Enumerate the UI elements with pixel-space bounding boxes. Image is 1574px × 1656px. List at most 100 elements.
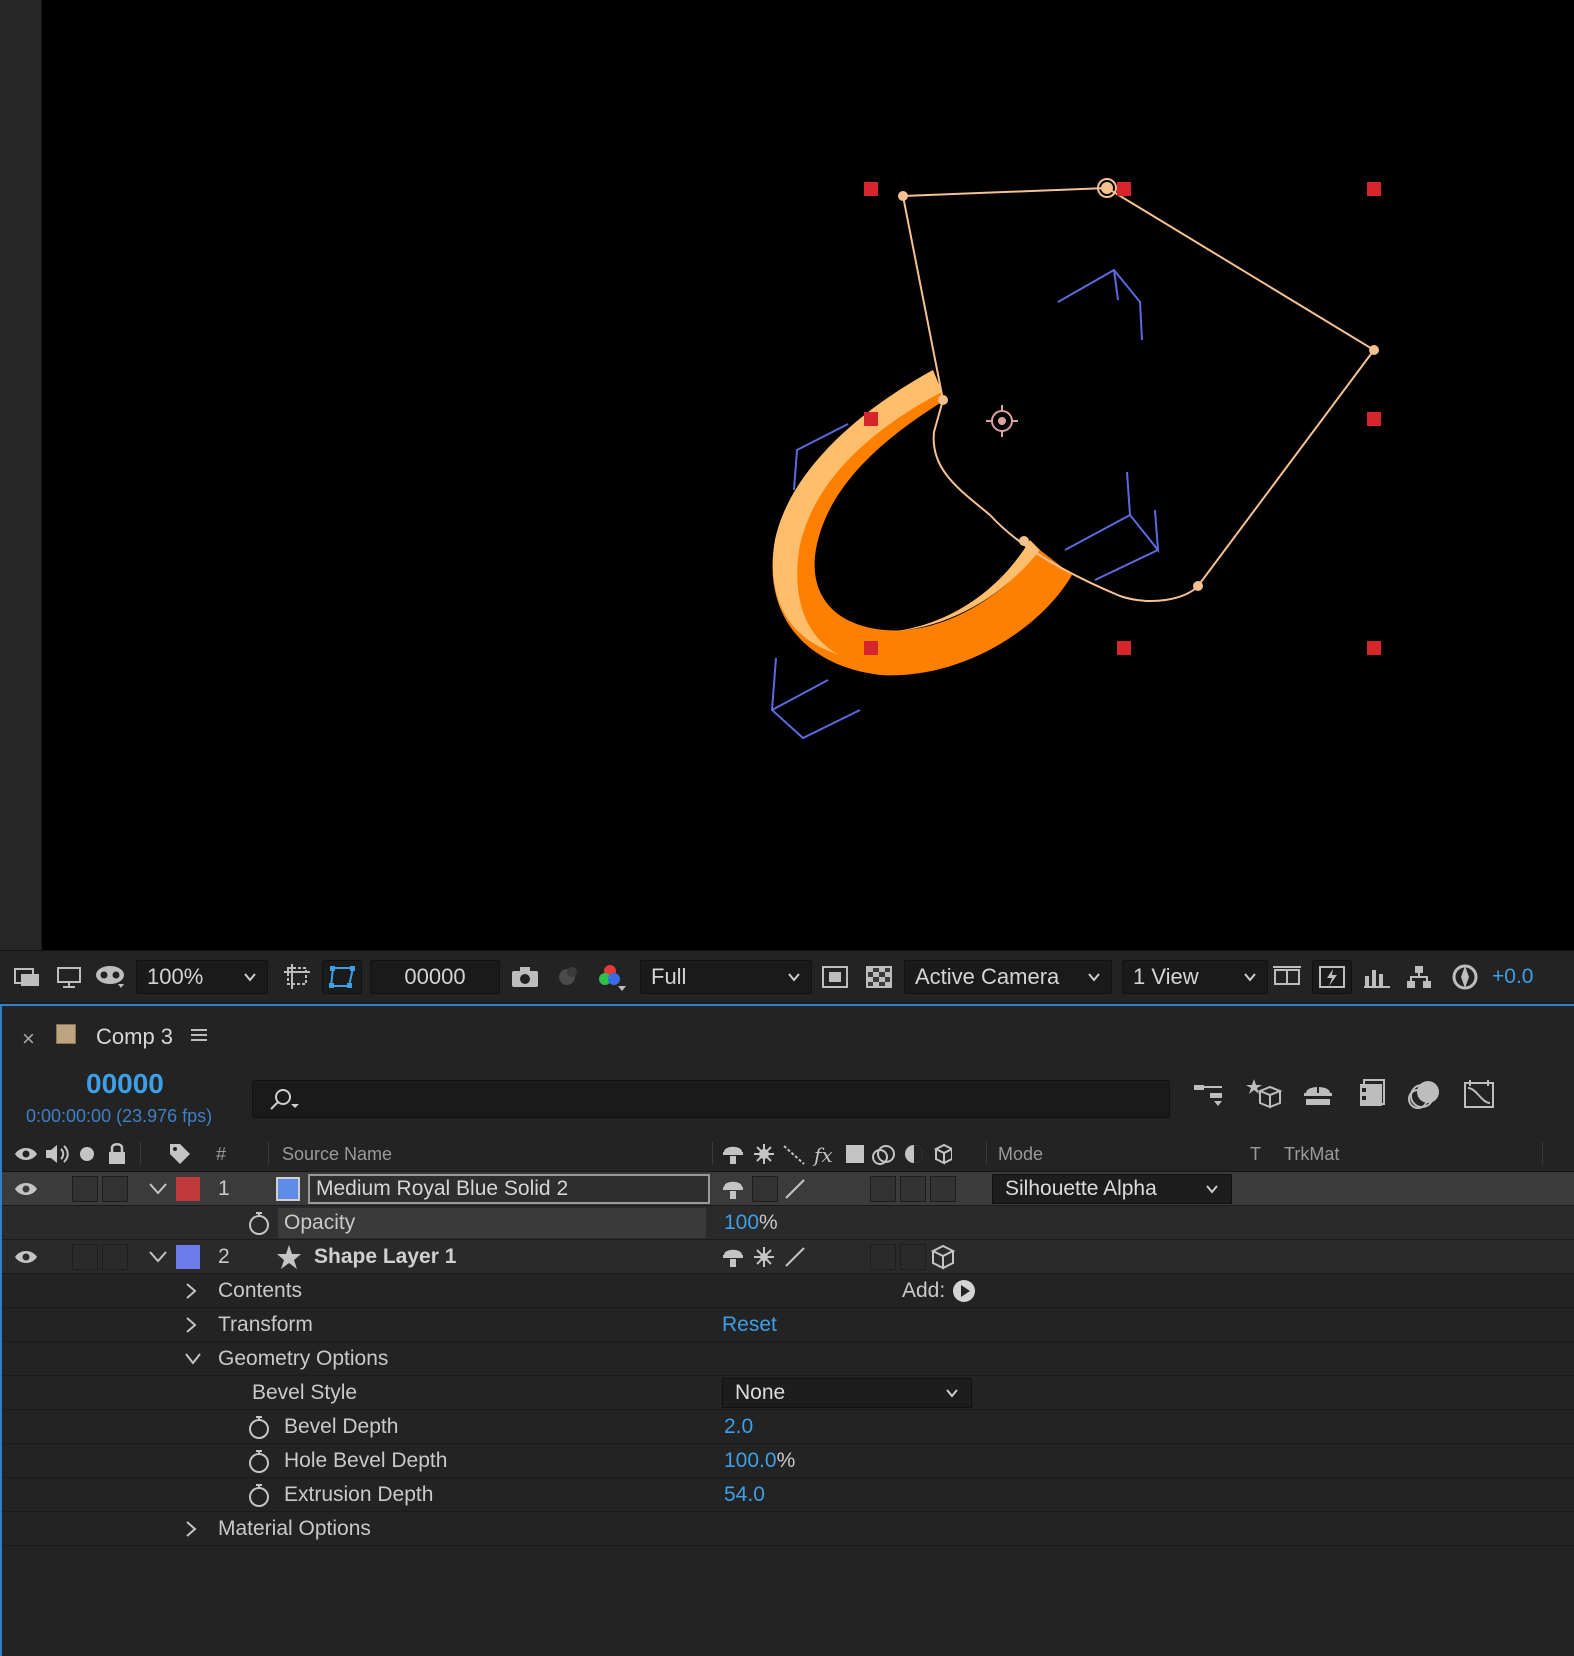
motion-blur-toggle[interactable]	[900, 1244, 926, 1270]
lock-icon[interactable]	[106, 1142, 128, 1166]
transform-reset-link[interactable]: Reset	[722, 1313, 777, 1337]
bevel-style-value: None	[735, 1381, 786, 1404]
shape-path[interactable]	[902, 186, 1376, 602]
monitor-icon[interactable]	[52, 960, 86, 994]
continuous-rasterize-icon[interactable]	[752, 1245, 776, 1269]
canvas-graphics[interactable]	[42, 0, 1574, 950]
frame-blend-toggle[interactable]	[870, 1176, 896, 1202]
search-icon	[270, 1089, 299, 1110]
shy-icon[interactable]	[722, 1177, 746, 1201]
reset-exposure-icon[interactable]	[1448, 960, 1482, 994]
hole-bevel-depth-value[interactable]: 100.0	[724, 1449, 777, 1473]
layer-row-1[interactable]: 1 Medium Royal Blue Solid 2 Silhouette A…	[2, 1172, 1574, 1206]
resolution-value: Full	[651, 964, 687, 989]
lock-toggle[interactable]	[102, 1244, 128, 1270]
quality-slash-icon[interactable]	[782, 1244, 808, 1270]
extrusion-depth-value[interactable]: 54.0	[724, 1483, 765, 1507]
motion-blur-icon[interactable]	[1408, 1076, 1444, 1112]
panel-menu-icon[interactable]	[190, 1026, 208, 1044]
stopwatch-icon[interactable]	[246, 1414, 272, 1440]
3d-cube-icon[interactable]	[930, 1244, 956, 1270]
transform-handles[interactable]	[864, 182, 1381, 655]
audio-icon[interactable]	[44, 1143, 70, 1165]
camera-view-select[interactable]: Active Camera	[904, 960, 1112, 994]
flowchart-icon[interactable]	[1402, 960, 1436, 994]
blend-mode-select[interactable]: Silhouette Alpha	[992, 1174, 1232, 1204]
collapse-toggle[interactable]	[752, 1176, 778, 1202]
composition-viewer	[0, 0, 1574, 950]
motion-blur-toggle[interactable]	[900, 1176, 926, 1202]
bevel-style-select[interactable]: None	[722, 1378, 972, 1408]
view-layout-select[interactable]: 1 View	[1122, 960, 1268, 994]
stopwatch-icon[interactable]	[246, 1448, 272, 1474]
chevron-right-icon[interactable]	[184, 1520, 198, 1538]
mask-visibility-icon[interactable]	[94, 960, 128, 994]
3d-layer-toggle[interactable]	[930, 1176, 956, 1202]
label-tag-icon[interactable]	[168, 1142, 192, 1166]
opacity-value[interactable]: 100	[724, 1211, 759, 1235]
resolution-select[interactable]: Full	[640, 960, 812, 994]
layer-label-color[interactable]	[176, 1245, 200, 1269]
transform-label: Transform	[218, 1313, 313, 1336]
chevron-right-icon[interactable]	[184, 1282, 198, 1300]
chevron-right-icon[interactable]	[184, 1316, 198, 1334]
checkerboard-icon[interactable]	[862, 960, 896, 994]
draft-3d-icon[interactable]	[1246, 1076, 1282, 1112]
exposure-value[interactable]: +0.0	[1492, 960, 1533, 994]
chevron-down-icon[interactable]	[184, 1352, 202, 1366]
zoom-select[interactable]: 100%	[136, 960, 268, 994]
composition-mini-flowchart-icon[interactable]	[1192, 1076, 1228, 1112]
layer-search-input[interactable]	[252, 1080, 1170, 1118]
lock-toggle[interactable]	[102, 1176, 128, 1202]
composition-canvas[interactable]	[42, 0, 1574, 950]
layer-row-2[interactable]: 2 Shape Layer 1	[2, 1240, 1574, 1274]
header-source-name[interactable]: Source Name	[282, 1144, 392, 1165]
shy-layers-icon[interactable]	[1300, 1076, 1336, 1112]
quality-slash-icon[interactable]	[782, 1176, 808, 1202]
bevel-depth-value[interactable]: 2.0	[724, 1415, 753, 1439]
graph-editor-icon[interactable]	[1462, 1076, 1498, 1112]
region-of-interest-icon[interactable]	[280, 960, 314, 994]
chevron-down-icon[interactable]	[148, 1182, 168, 1196]
snapshot-camera-icon[interactable]	[508, 960, 542, 994]
comp-tab-title[interactable]: Comp 3	[96, 1024, 173, 1050]
anchor-point[interactable]	[986, 405, 1018, 437]
shy-icon[interactable]	[722, 1245, 746, 1269]
current-frame-field[interactable]: 00000	[370, 960, 500, 994]
close-tab-button[interactable]: ×	[22, 1026, 35, 1052]
layer-name-field[interactable]: Medium Royal Blue Solid 2	[308, 1174, 710, 1204]
fast-preview-toggle[interactable]	[1312, 960, 1352, 994]
eye-icon[interactable]	[14, 1144, 38, 1164]
always-preview-icon[interactable]	[10, 960, 44, 994]
frame-blending-icon[interactable]	[1354, 1076, 1390, 1112]
stopwatch-icon[interactable]	[246, 1482, 272, 1508]
chevron-down-icon[interactable]	[148, 1250, 168, 1264]
toggle-pixel-aspect-icon[interactable]	[1270, 960, 1304, 994]
orange-ring-shape[interactable]	[772, 370, 1072, 676]
solo-toggle[interactable]	[72, 1176, 98, 1202]
contents-label: Contents	[218, 1279, 303, 1302]
layer-number: 2	[218, 1245, 230, 1268]
layer-name[interactable]: Shape Layer 1	[314, 1245, 456, 1269]
layer-label-color[interactable]	[176, 1177, 200, 1201]
add-play-icon[interactable]	[952, 1279, 976, 1303]
eye-icon[interactable]	[14, 1247, 38, 1267]
eye-icon[interactable]	[14, 1179, 38, 1199]
stopwatch-icon[interactable]	[246, 1210, 272, 1236]
channel-rgb-icon[interactable]	[594, 960, 628, 994]
property-row-geometry-options[interactable]: Geometry Options	[2, 1342, 1574, 1376]
extrusion-depth-label: Extrusion Depth	[284, 1483, 434, 1506]
solo-toggle[interactable]	[72, 1244, 98, 1270]
property-row-transform[interactable]: Transform Reset	[2, 1308, 1574, 1342]
fast-previews-icon[interactable]	[818, 960, 852, 994]
frame-blend-toggle[interactable]	[870, 1244, 896, 1270]
timeline-graph-icon[interactable]	[1360, 960, 1394, 994]
property-row-material-options[interactable]: Material Options	[2, 1512, 1574, 1546]
property-row-contents[interactable]: Contents Add:	[2, 1274, 1574, 1308]
current-timecode[interactable]: 00000	[86, 1068, 164, 1100]
bevel-depth-label: Bevel Depth	[284, 1415, 399, 1438]
transparency-grid-toggle[interactable]	[322, 960, 362, 994]
show-snapshot-icon[interactable]	[550, 960, 584, 994]
path-vertices[interactable]	[898, 182, 1379, 591]
solo-icon[interactable]	[78, 1145, 96, 1163]
